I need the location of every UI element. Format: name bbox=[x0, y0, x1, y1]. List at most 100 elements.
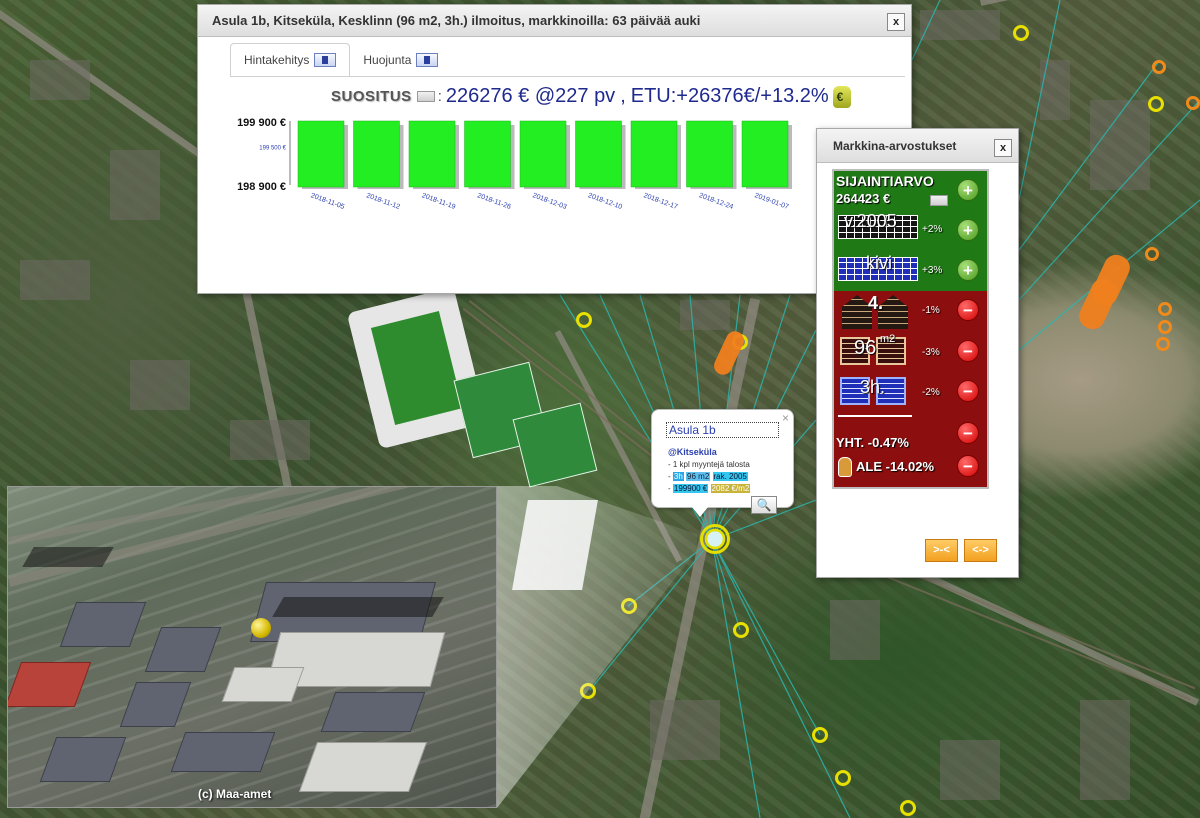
tab-volatility[interactable]: Huojunta bbox=[350, 43, 451, 77]
listing-marker[interactable] bbox=[1148, 96, 1164, 112]
floor-pct: -1% bbox=[922, 305, 940, 316]
recommendation: SUOSITUS : 226276 € @227 pv , ETU:+26376… bbox=[331, 85, 851, 108]
photo-building bbox=[298, 742, 428, 792]
size-unit: m2 bbox=[880, 333, 896, 345]
listing-panel-titlebar[interactable]: Asula 1b, Kitseküla, Kesklinn (96 m2, 3h… bbox=[198, 5, 911, 37]
market-valuation-panel: Markkina-arvostukset x SIJAINTIARVO 2644… bbox=[816, 128, 1019, 578]
x-tick-label: 2018-12-10 bbox=[587, 192, 623, 211]
expand-button[interactable]: <-> bbox=[964, 539, 997, 562]
valuation-factors: SIJAINTIARVO 264423 € + v.2005 +2% + kiv… bbox=[832, 169, 989, 489]
listing-marker[interactable] bbox=[1158, 302, 1172, 316]
rooms-label: 3h. bbox=[860, 377, 886, 397]
listing-marker[interactable] bbox=[576, 312, 592, 328]
photo-building bbox=[8, 662, 92, 707]
photo-building bbox=[221, 667, 305, 702]
map-zoom-icon[interactable] bbox=[930, 195, 948, 206]
floor-label: 4. bbox=[868, 293, 884, 313]
recommendation-value: 226276 € @227 pv bbox=[445, 85, 616, 107]
location-value: 264423 € bbox=[836, 191, 891, 206]
listing-marker[interactable] bbox=[1013, 25, 1029, 41]
popup-size: 96 m2 bbox=[686, 472, 711, 481]
popup-area[interactable]: @Kitseküla bbox=[668, 447, 717, 457]
x-tick-label: 2018-11-12 bbox=[365, 192, 401, 211]
listing-marker[interactable] bbox=[1156, 337, 1170, 351]
tab-price-history[interactable]: Hintakehitys bbox=[230, 43, 351, 77]
price-chart-svg: 199 900 € 199 500 € 198 900 € 2018-11-05 201… bbox=[237, 117, 792, 211]
popup-rooms: 3h bbox=[672, 472, 684, 481]
listing-marker[interactable] bbox=[733, 622, 749, 638]
map-credit: (c) Maa-amet bbox=[198, 787, 272, 801]
year-plus-button[interactable]: + bbox=[957, 219, 979, 241]
year-label: v.2005 bbox=[844, 211, 897, 231]
x-tick-label: 2018-12-17 bbox=[642, 192, 678, 211]
photo-building bbox=[170, 732, 276, 772]
close-button[interactable]: x bbox=[887, 13, 905, 31]
material-pct: +3% bbox=[922, 265, 943, 276]
market-panel-title: Markkina-arvostukset bbox=[833, 138, 957, 153]
x-tick-label: 2018-11-05 bbox=[310, 192, 346, 211]
shrink-button[interactable]: >-< bbox=[925, 539, 958, 562]
bar bbox=[408, 120, 456, 188]
photo-building bbox=[320, 692, 426, 732]
bar bbox=[353, 120, 400, 188]
listing-marker[interactable] bbox=[1145, 247, 1159, 261]
year-pct: +2% bbox=[922, 224, 943, 235]
popup-price-sqm: 2082 €/m2 bbox=[710, 484, 751, 493]
x-tick-label: 2018-12-24 bbox=[698, 192, 734, 211]
discount-minus-button[interactable]: − bbox=[957, 455, 979, 477]
rooms-pct: -2% bbox=[922, 387, 940, 398]
negative-factors: 4. -1% − 96 m2 -3% − 3h. -2% − YHT. -0.4… bbox=[834, 291, 987, 487]
listing-marker[interactable] bbox=[900, 800, 916, 816]
size-label: 96 bbox=[854, 337, 877, 359]
popup-close-button[interactable]: × bbox=[782, 411, 789, 425]
info-icon[interactable] bbox=[416, 91, 435, 102]
x-tick-label: 2018-11-26 bbox=[476, 192, 512, 211]
y-tick-label: 199 500 € bbox=[259, 146, 286, 152]
bar bbox=[575, 120, 622, 188]
money-bag-icon bbox=[832, 85, 851, 108]
material-label: kivi bbox=[866, 253, 892, 273]
selected-listing-marker[interactable] bbox=[700, 524, 730, 554]
listing-marker[interactable] bbox=[812, 727, 828, 743]
map-zoom-icon bbox=[314, 53, 337, 67]
listing-marker[interactable] bbox=[1158, 320, 1172, 334]
close-button[interactable]: x bbox=[994, 139, 1012, 157]
popup-price-row: - 199900 € 2082 €/m2 bbox=[668, 484, 751, 493]
listing-panel-title: Asula 1b, Kitseküla, Kesklinn (96 m2, 3h… bbox=[212, 13, 701, 28]
recommendation-colon: : bbox=[437, 88, 442, 105]
popup-price: 199900 € bbox=[672, 484, 709, 493]
rooms-minus-button[interactable]: − bbox=[957, 380, 979, 402]
bar bbox=[630, 120, 678, 188]
tab-bar: Hintakehitys Huojunta bbox=[230, 43, 451, 77]
popup-title[interactable]: Asula 1b bbox=[666, 422, 779, 438]
photo-location-pin bbox=[251, 618, 271, 638]
bar bbox=[686, 120, 733, 188]
recommendation-label: SUOSITUS bbox=[331, 88, 412, 105]
bar bbox=[519, 120, 567, 188]
market-panel-titlebar[interactable]: Markkina-arvostukset bbox=[817, 129, 1018, 163]
bar bbox=[741, 120, 789, 188]
photo-building bbox=[144, 627, 222, 672]
listing-marker[interactable] bbox=[1152, 60, 1166, 74]
photo-building bbox=[119, 682, 192, 727]
zoom-icon[interactable]: 🔍 bbox=[751, 496, 777, 514]
total-minus-button[interactable]: − bbox=[957, 422, 979, 444]
discount-label: ALE -14.02% bbox=[856, 459, 935, 474]
bar bbox=[464, 120, 511, 188]
listing-marker[interactable] bbox=[835, 770, 851, 786]
tab-label: Huojunta bbox=[363, 53, 412, 67]
tab-divider bbox=[230, 76, 905, 77]
photo-shadow bbox=[22, 547, 114, 567]
floor-minus-button[interactable]: − bbox=[957, 299, 979, 321]
material-plus-button[interactable]: + bbox=[957, 259, 979, 281]
divider bbox=[838, 415, 912, 417]
listing-panel: Asula 1b, Kitseküla, Kesklinn (96 m2, 3h… bbox=[197, 4, 912, 294]
bar bbox=[297, 120, 345, 188]
popup-year: rak. 2005 bbox=[712, 472, 748, 481]
size-minus-button[interactable]: − bbox=[957, 340, 979, 362]
total-label: YHT. -0.47% bbox=[836, 435, 909, 450]
listing-marker[interactable] bbox=[1186, 96, 1200, 110]
recommendation-gain: ETU:+26376€/+13.2% bbox=[630, 85, 829, 107]
size-pct: -3% bbox=[922, 347, 940, 358]
location-plus-button[interactable]: + bbox=[957, 179, 979, 201]
